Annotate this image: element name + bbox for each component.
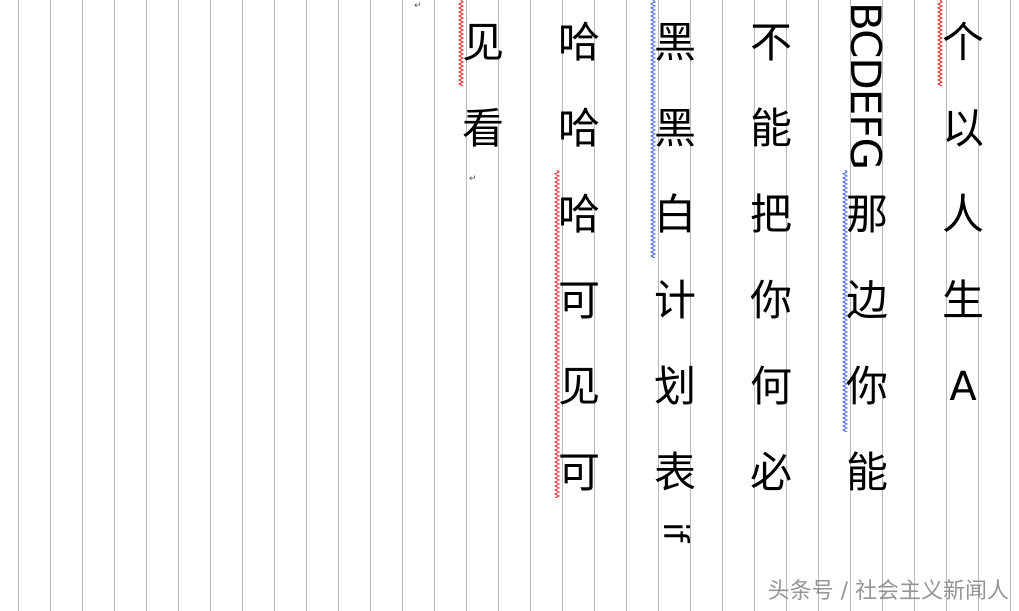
spelling-underline xyxy=(554,170,560,498)
spelling-underline xyxy=(458,0,464,86)
spelling-underline xyxy=(937,0,943,86)
rotated-latin-text: if xyxy=(655,522,695,542)
paragraph-mark-icon: ↵ xyxy=(469,174,477,184)
char: 你 xyxy=(749,276,792,325)
char: 个 xyxy=(941,18,984,67)
char: 那 xyxy=(845,190,888,239)
char: A xyxy=(949,364,977,410)
watermark: 头条号 / 社会主义新闻人 xyxy=(767,579,1009,604)
char: 看 xyxy=(461,104,504,153)
char: 生 xyxy=(941,276,984,325)
paragraph-mark-icon: ↵ xyxy=(414,1,422,11)
char: 以 xyxy=(941,104,984,153)
char: 哈 xyxy=(557,190,600,239)
grammar-underline xyxy=(842,170,848,432)
char: 哈 xyxy=(557,18,600,67)
text-column-4[interactable]: 黑 黑 白 计 划 表 xyxy=(649,0,701,516)
text-column-6[interactable]: 见 看 xyxy=(457,0,509,172)
text-column-2[interactable]: 那 边 你 能 xyxy=(841,172,893,516)
char: 哈 xyxy=(557,104,600,153)
char: 见 xyxy=(461,18,504,67)
char: 计 xyxy=(653,276,696,325)
char: 表 xyxy=(653,448,696,497)
text-column-3[interactable]: 不 能 把 你 何 必 xyxy=(745,0,797,516)
grammar-underline xyxy=(650,0,656,258)
char: 黑 xyxy=(653,18,696,67)
rotated-latin-text: BCDEFG xyxy=(841,2,890,169)
char: 必 xyxy=(749,448,792,497)
char: 能 xyxy=(845,448,888,497)
char: 见 xyxy=(557,362,600,411)
char: 可 xyxy=(557,448,600,497)
char: 你 xyxy=(845,362,888,411)
char: 边 xyxy=(845,276,888,325)
char: 划 xyxy=(653,362,696,411)
text-column-5[interactable]: 哈 哈 哈 可 见 可 xyxy=(553,0,605,516)
char: 黑 xyxy=(653,104,696,153)
char: 人 xyxy=(941,190,984,239)
text-column-1[interactable]: 个 以 人 生 A xyxy=(937,0,989,430)
char: 能 xyxy=(749,104,792,153)
char: 可 xyxy=(557,276,600,325)
char: 何 xyxy=(749,362,792,411)
char: 不 xyxy=(749,18,792,67)
char: 把 xyxy=(749,190,792,239)
document-page[interactable]: 个 以 人 生 A BCDEFG 那 边 你 能 不 能 把 你 何 必 黑 黑… xyxy=(0,0,1019,611)
char: 白 xyxy=(653,190,696,239)
